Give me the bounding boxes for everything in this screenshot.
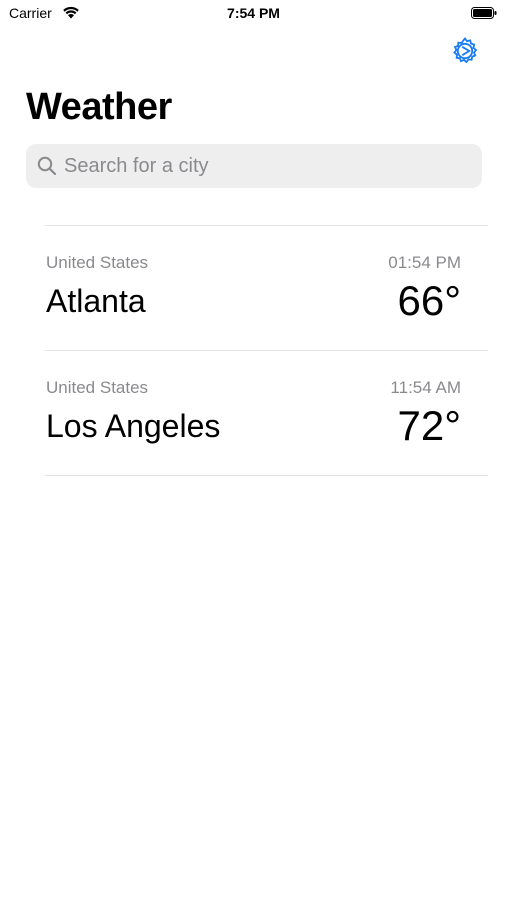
city-country: United States — [46, 253, 149, 272]
settings-button[interactable] — [450, 36, 480, 71]
city-country: United States — [46, 378, 149, 397]
divider — [45, 475, 488, 476]
city-list: United States 01:54 PM Atlanta 66° Unite… — [45, 225, 488, 476]
search-icon — [36, 155, 58, 177]
status-time: 7:54 PM — [227, 5, 280, 21]
city-temperature: 66° — [397, 277, 461, 324]
battery-icon — [471, 6, 497, 19]
status-bar: Carrier 7:54 PM — [0, 0, 507, 28]
city-name: Atlanta — [46, 283, 146, 319]
city-local-time: 01:54 PM — [388, 253, 461, 272]
search-input[interactable] — [64, 146, 482, 186]
page-title: Weather — [26, 86, 172, 128]
city-temperature: 72° — [397, 402, 461, 449]
city-row-atlanta[interactable]: United States 01:54 PM Atlanta 66° — [45, 226, 488, 350]
search-bar[interactable] — [26, 144, 482, 188]
gear-icon — [450, 36, 480, 71]
city-name: Los Angeles — [46, 408, 221, 444]
city-local-time: 11:54 AM — [390, 378, 461, 397]
city-row-los-angeles[interactable]: United States 11:54 AM Los Angeles 72° — [45, 351, 488, 475]
